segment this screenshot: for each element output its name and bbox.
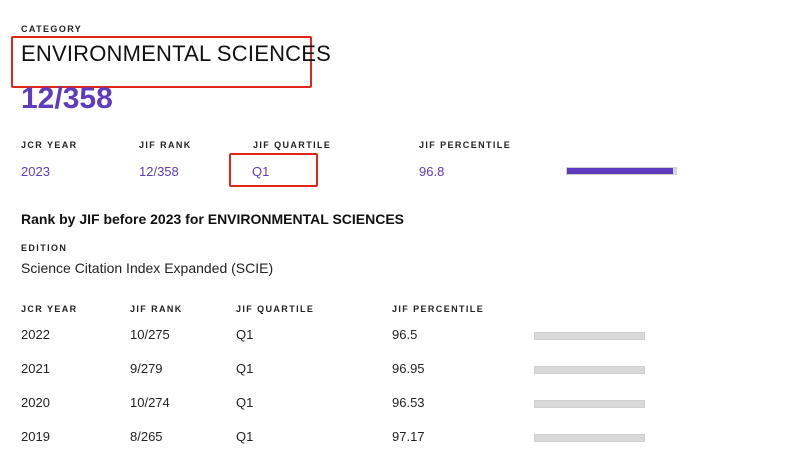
history-row-percentile-bar: [534, 434, 645, 442]
current-header-rank: JIF RANK: [139, 140, 192, 150]
category-name: ENVIRONMENTAL SCIENCES: [21, 41, 332, 66]
current-header-year: JCR YEAR: [21, 140, 78, 150]
category-rank: 12/358: [21, 82, 113, 115]
history-row-percentile-bar: [534, 366, 645, 374]
history-header-quartile: JIF QUARTILE: [236, 304, 315, 314]
current-percentile-bar-fill: [567, 168, 673, 174]
edition-value: Science Citation Index Expanded (SCIE): [21, 260, 274, 276]
history-header-year: JCR YEAR: [21, 304, 78, 314]
history-row-rank: 9/279: [130, 361, 163, 376]
history-header-rank: JIF RANK: [130, 304, 183, 314]
history-row-rank: 8/265: [130, 429, 163, 444]
category-label: CATEGORY: [21, 24, 83, 34]
history-row-quartile: Q1: [236, 361, 254, 376]
current-year: 2023: [21, 164, 50, 179]
current-percentile: 96.8: [419, 164, 445, 179]
current-header-percentile: JIF PERCENTILE: [419, 140, 512, 150]
history-row-quartile: Q1: [236, 429, 254, 444]
history-row-percentile-bar: [534, 400, 645, 408]
history-row-year: 2021: [21, 361, 50, 376]
history-row-percentile: 96.95: [392, 361, 425, 376]
history-row-rank: 10/274: [130, 395, 170, 410]
history-row-percentile: 96.53: [392, 395, 425, 410]
edition-label: EDITION: [21, 243, 68, 253]
history-row-year: 2019: [21, 429, 50, 444]
history-row-percentile-bar: [534, 332, 645, 340]
history-row-year: 2020: [21, 395, 50, 410]
history-row-quartile: Q1: [236, 395, 254, 410]
history-row-percentile: 97.17: [392, 429, 425, 444]
current-quartile: Q1: [252, 164, 270, 179]
current-percentile-bar: [566, 167, 677, 175]
history-title: Rank by JIF before 2023 for ENVIRONMENTA…: [21, 211, 405, 227]
history-row-rank: 10/275: [130, 327, 170, 342]
quartile-highlight-box: [229, 153, 318, 187]
history-row-quartile: Q1: [236, 327, 254, 342]
history-row-percentile: 96.5: [392, 327, 418, 342]
history-header-percentile: JIF PERCENTILE: [392, 304, 485, 314]
history-row-year: 2022: [21, 327, 50, 342]
current-rank: 12/358: [139, 164, 179, 179]
current-header-quartile: JIF QUARTILE: [253, 140, 332, 150]
